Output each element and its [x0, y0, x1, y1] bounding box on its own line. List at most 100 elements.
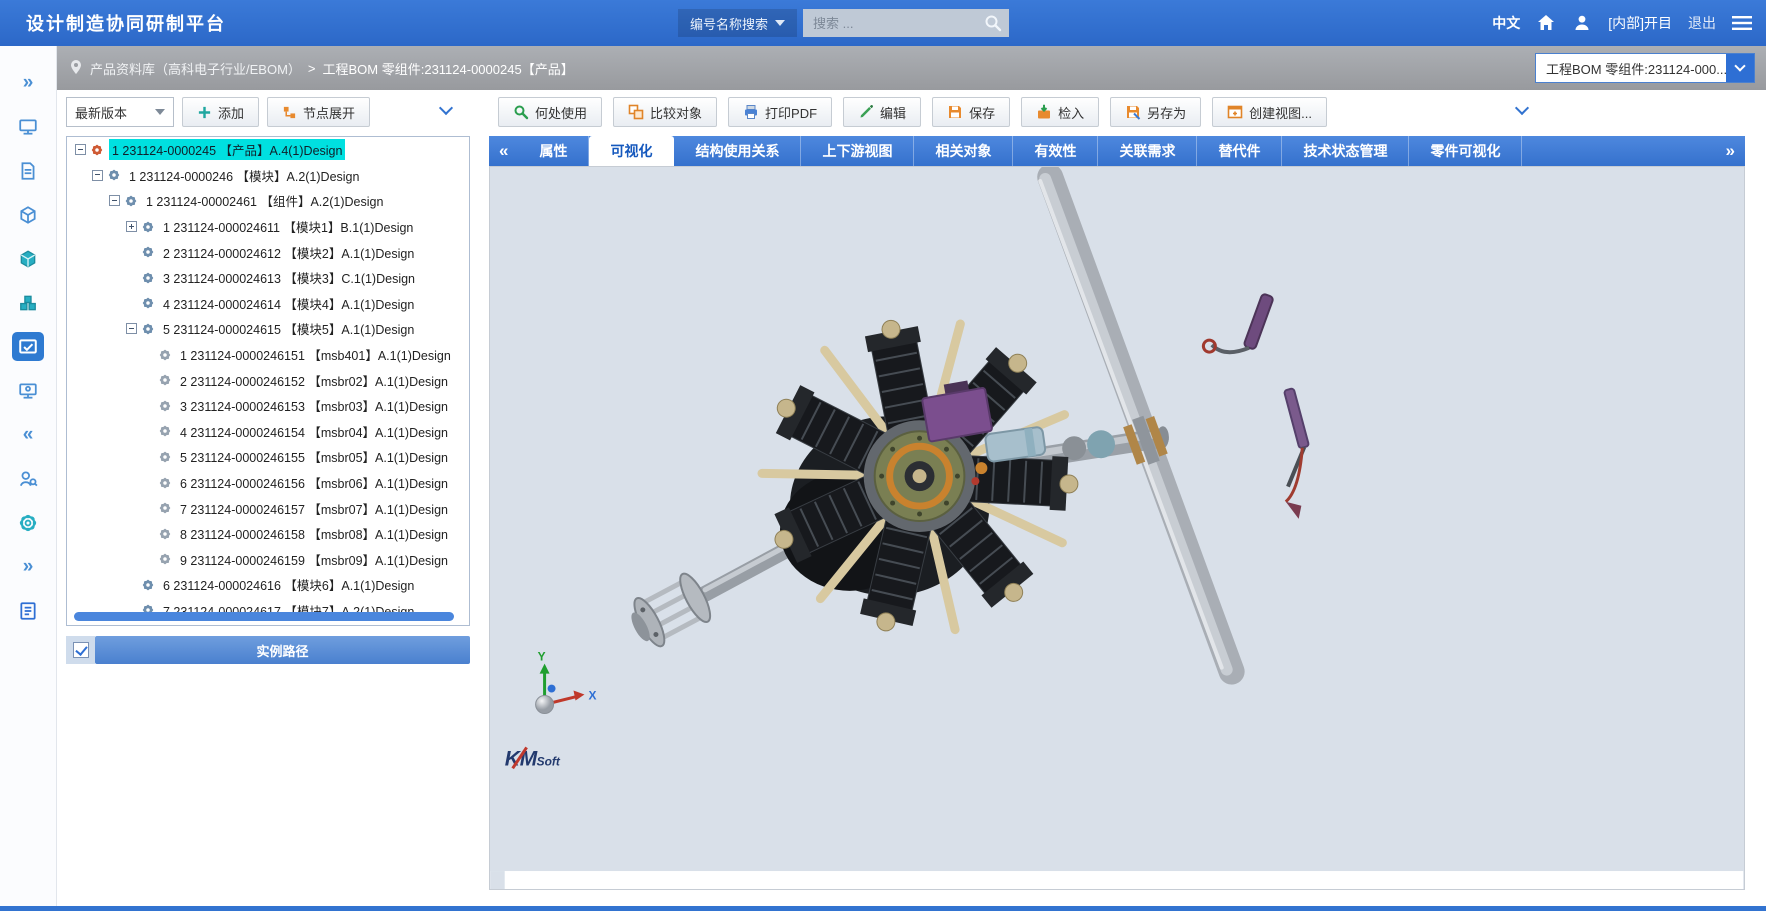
caret-down-icon [1734, 60, 1745, 71]
instance-path-checkbox[interactable] [73, 642, 89, 658]
compare-button[interactable]: 比较对象 [613, 97, 717, 127]
add-button[interactable]: 添加 [182, 97, 259, 127]
left-rail: » « » [0, 46, 57, 906]
tree-node[interactable]: 2 231124-000024612 【模块2】A.1(1)Design [67, 239, 469, 265]
tree-node-label: 3 231124-0000246153 【msbr03】A.1(1)Design [177, 395, 451, 416]
topbar: 设计制造协同研制平台 编号名称搜索 中文 [内部]开目 退出 [0, 0, 1766, 46]
save-button[interactable]: 保存 [932, 97, 1010, 127]
tab-4[interactable]: 上下游视图 [801, 136, 914, 166]
part-icon [141, 271, 155, 285]
where-used-button[interactable]: 何处使用 [498, 97, 602, 127]
tree-node[interactable]: 3 231124-000024613 【模块3】C.1(1)Design [67, 265, 469, 291]
seal-ring [971, 477, 979, 485]
check-in-icon [1036, 104, 1052, 120]
collapse-icon[interactable] [126, 323, 137, 334]
task-list-icon[interactable] [12, 596, 44, 625]
tab-9[interactable]: 技术状态管理 [1282, 136, 1409, 166]
desktop-icon[interactable] [12, 112, 44, 141]
search-input[interactable] [803, 9, 1009, 37]
tree-node[interactable]: 1 231124-0000246151 【msb401】A.1(1)Design [67, 342, 469, 368]
3d-model-canvas[interactable]: Y X KM Soft [490, 167, 1744, 889]
bom-tree: 1 231124-0000245 【产品】A.4(1)Design1 23112… [67, 137, 469, 623]
tree-node[interactable]: 9 231124-0000246159 【msbr09】A.1(1)Design [67, 547, 469, 573]
user-icon[interactable] [1572, 13, 1592, 33]
svg-text:Soft: Soft [537, 754, 561, 768]
tab-1[interactable]: 属性 [518, 136, 589, 166]
tree-node[interactable]: 2 231124-0000246152 【msbr02】A.1(1)Design [67, 367, 469, 393]
instance-path-checkbox-tile [66, 636, 95, 664]
more-icon[interactable]: » [12, 552, 44, 581]
collapse-tree-toolbar-icon[interactable] [439, 101, 453, 115]
menu-icon[interactable] [1732, 15, 1752, 31]
breadcrumb-library[interactable]: 产品资料库（高科电子行业/EBOM） [90, 59, 301, 78]
save-as-button[interactable]: 另存为 [1110, 97, 1201, 127]
search-mode-select[interactable]: 编号名称搜索 [678, 9, 797, 37]
tab-8[interactable]: 替代件 [1197, 136, 1282, 166]
print-pdf-button[interactable]: 打印PDF [728, 97, 832, 127]
instance-path-button[interactable]: 实例路径 [95, 636, 470, 664]
tree-node[interactable]: 6 231124-0000246156 【msbr06】A.1(1)Design [67, 470, 469, 496]
bottom-accent-bar [0, 906, 1766, 911]
search-icon[interactable] [984, 14, 1002, 37]
tree-node[interactable]: 8 231124-0000246158 【msbr08】A.1(1)Design [67, 521, 469, 547]
part-icon [158, 476, 172, 490]
tree-node[interactable]: 1 231124-000024611 【模块1】B.1(1)Design [67, 214, 469, 240]
tabs-scroll-right-icon[interactable]: » [1716, 136, 1745, 166]
expand-icon[interactable] [126, 221, 137, 232]
toolbar-button-label: 比较对象 [650, 103, 702, 122]
3d-viewport[interactable]: Y X KM Soft [489, 166, 1745, 890]
collapse-panel-icon[interactable]: « [12, 420, 44, 449]
product-icon [90, 143, 104, 157]
tab-3[interactable]: 结构使用关系 [674, 136, 801, 166]
logout-button[interactable]: 退出 [1688, 13, 1716, 33]
documents-icon[interactable] [12, 156, 44, 185]
tree-node[interactable]: 3 231124-0000246153 【msbr03】A.1(1)Design [67, 393, 469, 419]
toolbar-button-label: 何处使用 [535, 103, 587, 122]
settings-icon[interactable] [12, 508, 44, 537]
version-select[interactable]: 最新版本 [66, 97, 174, 127]
home-icon[interactable] [1536, 13, 1556, 33]
tree-node[interactable]: 4 231124-000024614 【模块4】A.1(1)Design [67, 291, 469, 317]
create-view-button[interactable]: 创建视图... [1212, 97, 1327, 127]
collapse-icon[interactable] [109, 195, 120, 206]
tree-node-label: 1 231124-0000246 【模块】A.2(1)Design [126, 165, 362, 186]
add-button-label: 添加 [218, 103, 244, 122]
tab-5[interactable]: 相关对象 [914, 136, 1013, 166]
horizontal-scrollbar[interactable] [74, 612, 454, 621]
check-in-button[interactable]: 检入 [1021, 97, 1099, 127]
visualization-icon[interactable] [12, 376, 44, 405]
language-toggle[interactable]: 中文 [1492, 13, 1520, 33]
node-expand-button[interactable]: 节点展开 [267, 97, 370, 127]
tree-node[interactable]: 5 231124-0000246155 【msbr05】A.1(1)Design [67, 444, 469, 470]
user-query-icon[interactable] [12, 464, 44, 493]
tree-node[interactable]: 7 231124-0000246157 【msbr07】A.1(1)Design [67, 495, 469, 521]
tab-7[interactable]: 关联需求 [1098, 136, 1197, 166]
username: [内部]开目 [1608, 13, 1672, 33]
tab-10[interactable]: 零件可视化 [1409, 136, 1522, 166]
collapse-icon[interactable] [92, 170, 103, 181]
assembly-icon[interactable] [12, 288, 44, 317]
tree-node[interactable]: 4 231124-0000246154 【msbr04】A.1(1)Design [67, 419, 469, 445]
edit-button[interactable]: 编辑 [843, 97, 921, 127]
context-selector[interactable]: 工程BOM 零组件:231124-000... [1535, 53, 1755, 83]
model-structure-icon[interactable] [12, 200, 44, 229]
tabs-scroll-left-icon[interactable]: « [489, 136, 518, 166]
tree-node[interactable]: 1 231124-0000245 【产品】A.4(1)Design [67, 137, 469, 163]
collapse-main-toolbar-icon[interactable] [1515, 101, 1529, 115]
compare-icon [628, 104, 644, 120]
collapse-icon[interactable] [75, 144, 86, 155]
toolbar-button-label: 检入 [1058, 103, 1084, 122]
tree-node[interactable]: 6 231124-000024616 【模块6】A.1(1)Design [67, 572, 469, 598]
context-dropdown-button[interactable] [1726, 54, 1754, 82]
expand-panel-icon[interactable]: » [12, 68, 44, 97]
tree-node[interactable]: 1 231124-00002461 【组件】A.2(1)Design [67, 188, 469, 214]
spacer-ring [975, 462, 987, 474]
add-icon [197, 105, 212, 120]
workspace-icon[interactable] [12, 332, 44, 361]
tab-6[interactable]: 有效性 [1013, 136, 1098, 166]
tab-2[interactable]: 可视化 [589, 136, 674, 166]
toolbar-button-label: 另存为 [1147, 103, 1186, 122]
tree-node[interactable]: 5 231124-000024615 【模块5】A.1(1)Design [67, 316, 469, 342]
parts-library-icon[interactable] [12, 244, 44, 273]
tree-node[interactable]: 1 231124-0000246 【模块】A.2(1)Design [67, 163, 469, 189]
